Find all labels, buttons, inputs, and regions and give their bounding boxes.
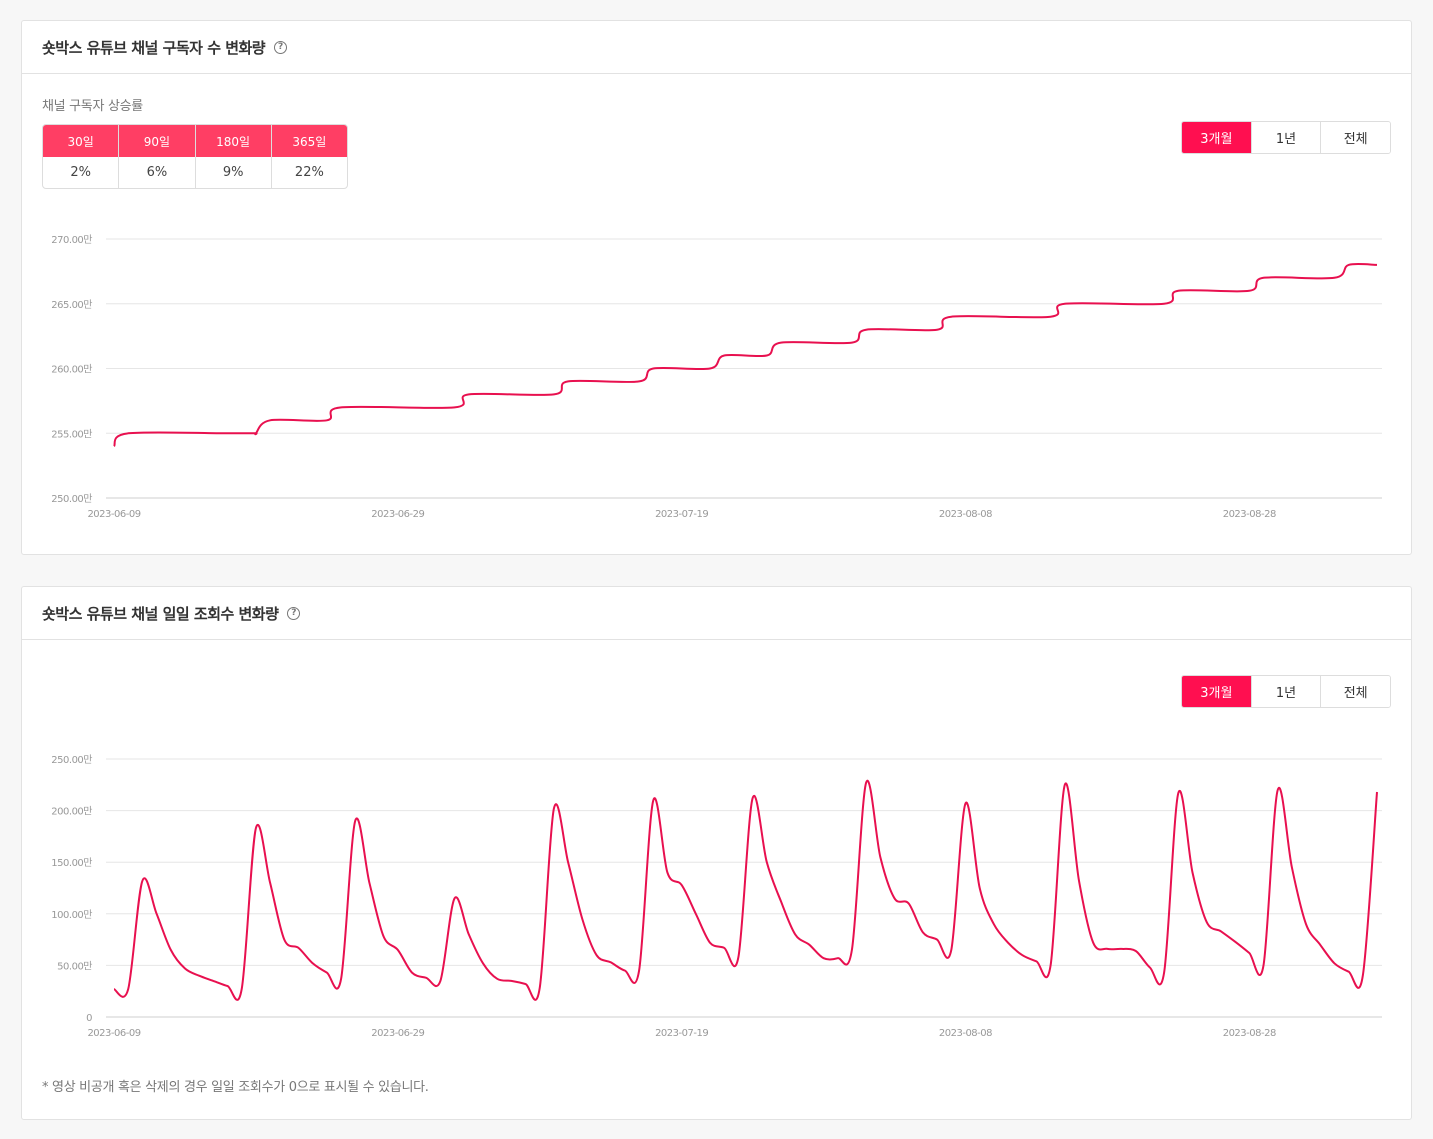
- range-3-months-button[interactable]: 3개월: [1182, 676, 1252, 707]
- y-tick-label: 50.00만: [57, 960, 92, 972]
- daily-views-chart-card: 숏박스 유튜브 채널 일일 조회수 변화량 ? 3개월 1년 전체 0 50.00…: [21, 586, 1412, 1120]
- x-tick-label: 2023-08-28: [1223, 509, 1276, 520]
- card-header: 숏박스 유튜브 채널 구독자 수 변화량 ?: [22, 21, 1411, 74]
- subscriber-chart-card: 숏박스 유튜브 채널 구독자 수 변화량 ? 채널 구독자 상승률 30일 2%…: [21, 20, 1412, 555]
- card-title: 숏박스 유튜브 채널 구독자 수 변화량: [42, 38, 266, 57]
- x-tick-label: 2023-07-19: [655, 509, 708, 520]
- growth-rate: 2%: [70, 165, 91, 180]
- growth-rate: 22%: [294, 165, 324, 180]
- series-line: [113, 779, 1378, 1001]
- range-1-year-button[interactable]: 1년: [1251, 122, 1322, 153]
- card-title: 숏박스 유튜브 채널 일일 조회수 변화량: [42, 604, 279, 623]
- growth-period: 180일: [195, 125, 271, 157]
- footnote: * 영상 비공개 혹은 삭제의 경우 일일 조회수가 0으로 표시될 수 있습니…: [42, 1080, 429, 1095]
- range-1-year-button[interactable]: 1년: [1251, 676, 1322, 707]
- y-tick-label: 150.00만: [51, 857, 92, 869]
- y-tick-label: 250.00만: [51, 754, 92, 766]
- help-icon[interactable]: ?: [274, 40, 288, 54]
- daily-views-line-chart: 0 50.00만 100.00만 150.00만 200.00만 250.00만 2023-…: [51, 754, 1382, 1039]
- help-icon[interactable]: ?: [287, 606, 301, 620]
- growth-label: 채널 구독자 상승률: [42, 99, 143, 114]
- growth-col-365: 365일 22%: [271, 125, 347, 188]
- x-tick-label: 2023-08-28: [1223, 1028, 1276, 1039]
- range-all-button[interactable]: 전체: [1321, 676, 1390, 707]
- y-tick-label: 250.00만: [51, 493, 92, 505]
- subscriber-line-chart: 250.00만 255.00만 260.00만 265.00만 270.00만 2023-…: [51, 234, 1382, 520]
- x-tick-label: 2023-06-09: [87, 509, 140, 520]
- growth-rate-table: 30일 2% 90일 6% 180일 9% 365일 22%: [42, 124, 348, 189]
- growth-col-180: 180일 9%: [195, 125, 272, 188]
- range-selector: 3개월 1년 전체: [1181, 675, 1391, 708]
- x-tick-label: 2023-08-08: [939, 1028, 992, 1039]
- y-tick-label: 100.00만: [51, 909, 92, 921]
- x-tick-label: 2023-07-19: [655, 1028, 708, 1039]
- growth-col-30: 30일 2%: [43, 125, 120, 188]
- x-tick-label: 2023-06-29: [371, 509, 424, 520]
- x-tick-label: 2023-06-29: [371, 1028, 424, 1039]
- card-header: 숏박스 유튜브 채널 일일 조회수 변화량 ?: [22, 587, 1411, 640]
- y-tick-label: 260.00만: [51, 364, 92, 376]
- y-tick-label: 255.00만: [51, 428, 92, 440]
- x-tick-label: 2023-06-09: [87, 1028, 140, 1039]
- growth-col-90: 90일 6%: [119, 125, 196, 188]
- y-tick-label: 0: [86, 1013, 92, 1024]
- y-tick-label: 270.00만: [51, 234, 92, 246]
- x-tick-label: 2023-08-08: [939, 509, 992, 520]
- range-all-button[interactable]: 전체: [1321, 122, 1390, 153]
- growth-period: 365일: [271, 125, 347, 157]
- range-selector: 3개월 1년 전체: [1181, 121, 1391, 154]
- range-3-months-button[interactable]: 3개월: [1182, 122, 1252, 153]
- growth-rate: 6%: [146, 165, 168, 180]
- growth-period: 30일: [43, 125, 119, 157]
- series-line: [113, 262, 1378, 447]
- growth-period: 90일: [119, 125, 195, 157]
- growth-rate: 9%: [222, 165, 244, 180]
- y-tick-label: 200.00만: [51, 806, 92, 818]
- y-tick-label: 265.00만: [51, 299, 92, 311]
